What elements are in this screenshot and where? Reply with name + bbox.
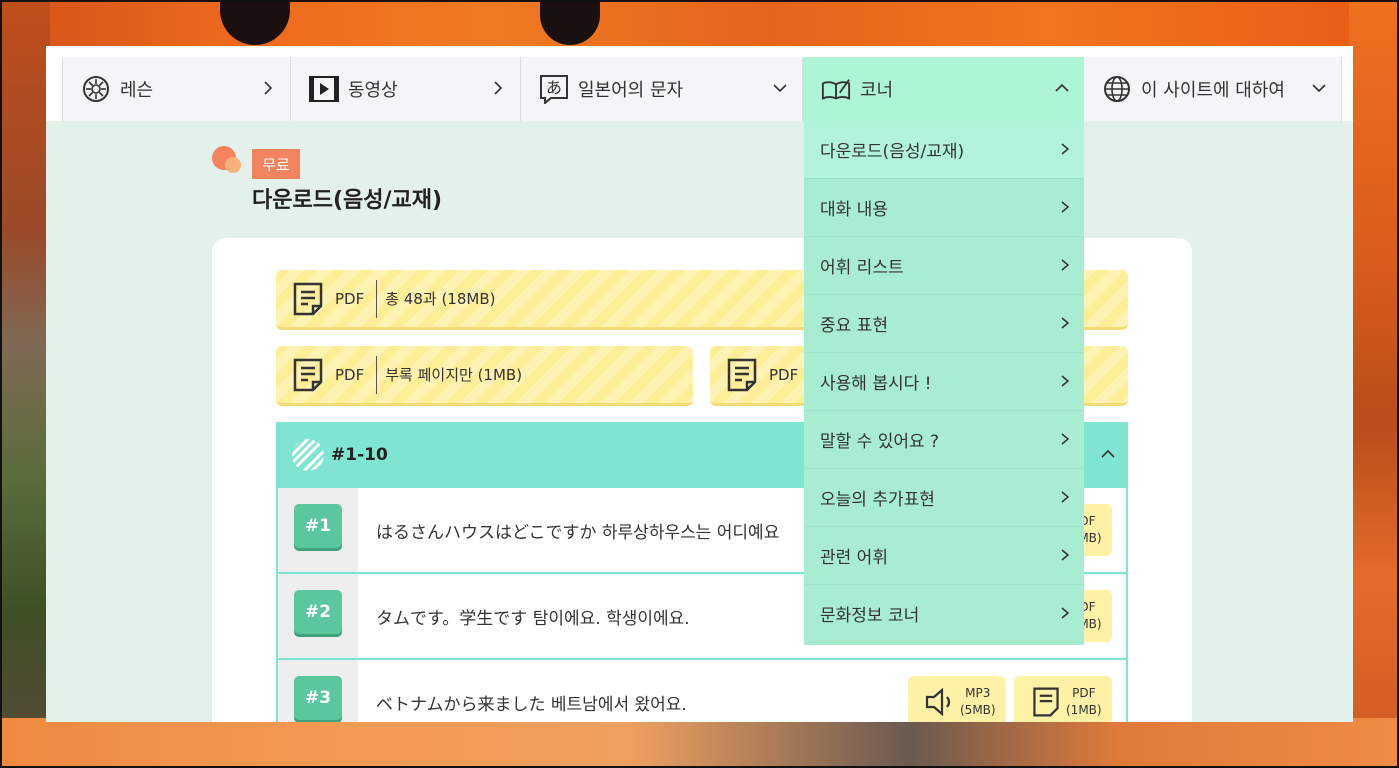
chevron-right-icon bbox=[1061, 375, 1070, 387]
nav-item-about-site[interactable]: 이 사이트에 대하여 bbox=[1084, 57, 1342, 121]
chevron-up-icon bbox=[1101, 449, 1115, 458]
chevron-right-icon bbox=[1061, 201, 1070, 213]
menu-item-can-you-say[interactable]: 말할 수 있어요 ? bbox=[804, 411, 1084, 469]
file-size: (5MB) bbox=[960, 703, 996, 717]
svg-text:あ: あ bbox=[546, 78, 562, 97]
chevron-down-icon bbox=[1312, 84, 1326, 93]
menu-item-label: 관련 어휘 bbox=[820, 548, 888, 568]
chevron-right-icon bbox=[1061, 259, 1070, 271]
file-type-label: PDF bbox=[335, 289, 365, 308]
chevron-right-icon bbox=[1061, 433, 1070, 445]
nav-label: 레슨 bbox=[120, 80, 154, 101]
lesson-title[interactable]: タムです。学生です 탐이에요. 학생이에요. bbox=[376, 604, 690, 629]
nav-item-video[interactable]: 동영상 bbox=[291, 57, 521, 121]
menu-item-label: 사용해 봅시다 ! bbox=[820, 374, 932, 394]
chevron-right-icon bbox=[1061, 143, 1070, 155]
divider bbox=[376, 355, 378, 394]
pdf-download-button[interactable]: PDF (1MB) bbox=[1014, 676, 1112, 722]
chevron-right-icon bbox=[494, 81, 503, 95]
lesson-title[interactable]: ベトナムから来ました 베트남에서 왔어요. bbox=[376, 690, 687, 715]
nav-label: 일본어의 문자 bbox=[578, 80, 684, 101]
menu-item-label: 말할 수 있어요 ? bbox=[820, 432, 940, 452]
document-icon bbox=[293, 358, 323, 391]
free-badge: 무료 bbox=[252, 149, 300, 179]
nav-item-lesson[interactable]: 레슨 bbox=[62, 57, 291, 121]
video-icon bbox=[309, 74, 339, 104]
document-icon bbox=[727, 358, 757, 391]
nav-label: 이 사이트에 대하여 bbox=[1141, 80, 1285, 101]
chevron-right-icon bbox=[1061, 317, 1070, 329]
menu-item-label: 어휘 리스트 bbox=[820, 258, 904, 278]
nav-item-japanese-characters[interactable]: あ 일본어의 문자 bbox=[521, 57, 803, 121]
lesson-icon bbox=[81, 74, 111, 104]
menu-item-label: 다운로드(음성/교재) bbox=[820, 142, 965, 162]
speaker-icon bbox=[925, 687, 951, 717]
menu-item-label: 문화정보 코너 bbox=[820, 606, 920, 626]
menu-item-try-using[interactable]: 사용해 봅시다 ! bbox=[804, 353, 1084, 411]
menu-item-extra-expressions[interactable]: 오늘의 추가표현 bbox=[804, 469, 1084, 527]
menu-item-label: 대화 내용 bbox=[820, 200, 888, 220]
file-type-label: PDF bbox=[769, 365, 799, 384]
hiragana-icon: あ bbox=[539, 74, 569, 104]
chevron-right-icon bbox=[1061, 549, 1070, 561]
document-icon bbox=[293, 282, 323, 315]
chevron-right-icon bbox=[1061, 491, 1070, 503]
striped-circle-icon bbox=[292, 439, 324, 471]
menu-item-label: 오늘의 추가표현 bbox=[820, 490, 935, 510]
nav-label: 코너 bbox=[860, 80, 894, 101]
menu-item-download[interactable]: 다운로드(음성/교재) bbox=[804, 121, 1084, 179]
browser-page: 레슨 동영상 あ 일본어의 문자 코너 이 사이트에 대하여 무료 다운로드(음… bbox=[46, 46, 1353, 722]
chevron-down-icon bbox=[773, 84, 787, 93]
main-nav: 레슨 동영상 あ 일본어의 문자 코너 이 사이트에 대하여 bbox=[62, 57, 1342, 121]
download-appendix-pdf-button[interactable]: PDF 부록 페이지만 (1MB) bbox=[276, 346, 693, 406]
decorative-dots-icon bbox=[212, 146, 241, 173]
lesson-row: #3 ベトナムから来ました 베트남에서 왔어요. MP3 (5MB) PDF (1M… bbox=[276, 660, 1128, 722]
mp3-download-button[interactable]: MP3 (5MB) bbox=[908, 676, 1006, 722]
document-icon bbox=[1033, 687, 1059, 717]
globe-icon bbox=[1102, 74, 1132, 104]
page-title: 다운로드(음성/교재) bbox=[252, 188, 443, 213]
nav-item-corner[interactable]: 코너 bbox=[803, 57, 1084, 121]
book-pen-icon bbox=[821, 74, 851, 104]
group-label: #1-10 bbox=[331, 445, 388, 465]
lesson-title[interactable]: はるさんハウスはどこですか 하루상하우스는 어디예요 bbox=[376, 518, 779, 543]
menu-item-key-expressions[interactable]: 중요 표현 bbox=[804, 295, 1084, 353]
file-size: (1MB) bbox=[1066, 703, 1102, 717]
corner-dropdown-menu: 다운로드(음성/교재) 대화 내용 어휘 리스트 중요 표현 사용해 봅시다 !… bbox=[804, 121, 1084, 645]
divider bbox=[376, 279, 378, 318]
file-type: PDF bbox=[1072, 686, 1096, 700]
file-type: MP3 bbox=[965, 686, 991, 700]
file-type-label: PDF bbox=[335, 365, 365, 384]
nav-label: 동영상 bbox=[348, 80, 398, 101]
file-description: 총 48과 (18MB) bbox=[385, 290, 496, 308]
menu-item-related-vocabulary[interactable]: 관련 어휘 bbox=[804, 527, 1084, 585]
menu-item-label: 중요 표현 bbox=[820, 316, 888, 336]
file-description: 부록 페이지만 (1MB) bbox=[385, 366, 523, 384]
lesson-number-button[interactable]: #3 bbox=[294, 676, 342, 720]
menu-item-dialogue[interactable]: 대화 내용 bbox=[804, 179, 1084, 237]
chevron-right-icon bbox=[264, 81, 273, 95]
lesson-number-button[interactable]: #1 bbox=[294, 504, 342, 548]
menu-item-culture-corner[interactable]: 문화정보 코너 bbox=[804, 585, 1084, 643]
chevron-up-icon bbox=[1055, 83, 1069, 92]
menu-item-vocabulary-list[interactable]: 어휘 리스트 bbox=[804, 237, 1084, 295]
lesson-number-button[interactable]: #2 bbox=[294, 590, 342, 634]
chevron-right-icon bbox=[1061, 607, 1070, 619]
